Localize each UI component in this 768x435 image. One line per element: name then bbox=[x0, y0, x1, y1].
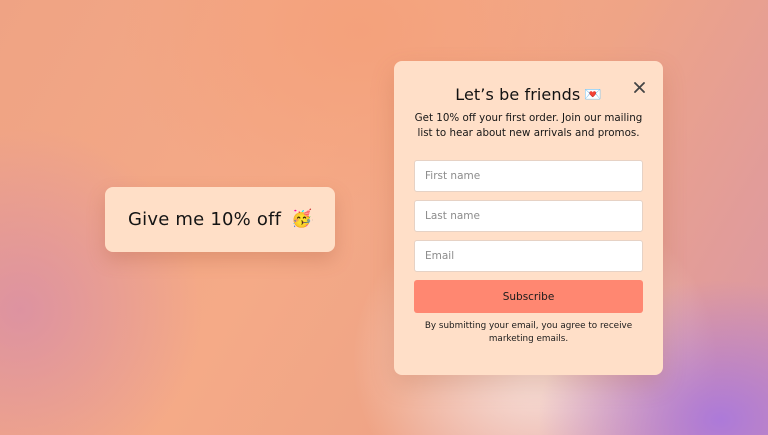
popup-subtitle: Get 10% off your first order. Join our m… bbox=[414, 112, 643, 139]
discount-teaser[interactable]: Give me 10% off 🥳 bbox=[105, 187, 335, 252]
love-letter-emoji-icon: 💌 bbox=[584, 86, 602, 103]
subscribe-button[interactable]: Subscribe bbox=[414, 280, 643, 313]
last-name-field[interactable] bbox=[414, 200, 643, 232]
marketing-disclaimer: By submitting your email, you agree to r… bbox=[424, 321, 633, 344]
party-face-emoji-icon: 🥳 bbox=[291, 209, 313, 229]
close-icon[interactable] bbox=[312, 213, 313, 227]
first-name-field[interactable] bbox=[414, 160, 643, 192]
teaser-label: Give me 10% off bbox=[128, 209, 282, 230]
newsletter-popup: Let’s be friends 💌 Get 10% off your firs… bbox=[394, 61, 663, 375]
email-field[interactable] bbox=[414, 240, 643, 272]
popup-title-row: Let’s be friends 💌 bbox=[394, 85, 663, 104]
popup-title: Let’s be friends bbox=[455, 85, 581, 104]
